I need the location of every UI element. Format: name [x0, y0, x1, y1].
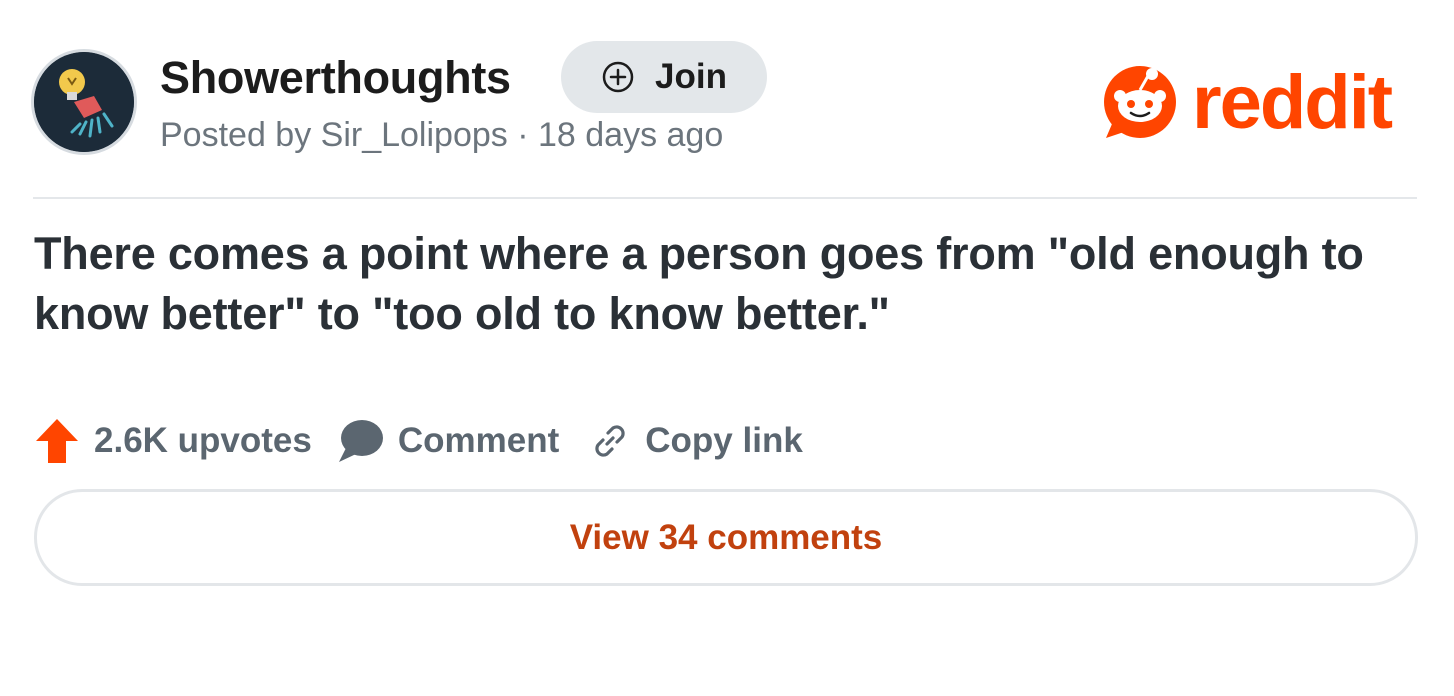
comment-label: Comment: [397, 421, 560, 460]
reddit-logo[interactable]: reddit: [1102, 62, 1418, 140]
join-button[interactable]: Join: [561, 41, 767, 113]
link-icon: [595, 425, 625, 457]
view-comments-button[interactable]: View 34 comments: [34, 489, 1418, 586]
post-actions: 2.6K upvotes Comment Copy link: [34, 410, 803, 472]
reddit-wordmark: reddit: [1192, 62, 1393, 140]
post-title[interactable]: There comes a point where a person goes …: [34, 224, 1434, 344]
comment-button[interactable]: Comment: [336, 418, 559, 464]
header-divider: [33, 197, 1417, 199]
plus-circle-icon: [601, 60, 635, 94]
subreddit-name[interactable]: Showerthoughts: [160, 52, 511, 104]
subreddit-avatar[interactable]: [34, 52, 134, 152]
showerhead-lightbulb-icon: [34, 52, 134, 152]
copy-link-label: Copy link: [645, 421, 803, 460]
snoo-icon: [1104, 66, 1176, 138]
post-meta: Posted by Sir_Lolipops · 18 days ago: [160, 116, 724, 154]
comment-bubble-icon: [338, 420, 383, 462]
copy-link-button[interactable]: Copy link: [589, 420, 803, 462]
view-comments-label: View 34 comments: [569, 517, 883, 557]
join-label: Join: [655, 57, 727, 96]
upvote-button[interactable]: 2.6K upvotes: [34, 417, 312, 465]
upvote-arrow-icon: [36, 419, 78, 463]
upvote-count: 2.6K upvotes: [94, 421, 312, 460]
